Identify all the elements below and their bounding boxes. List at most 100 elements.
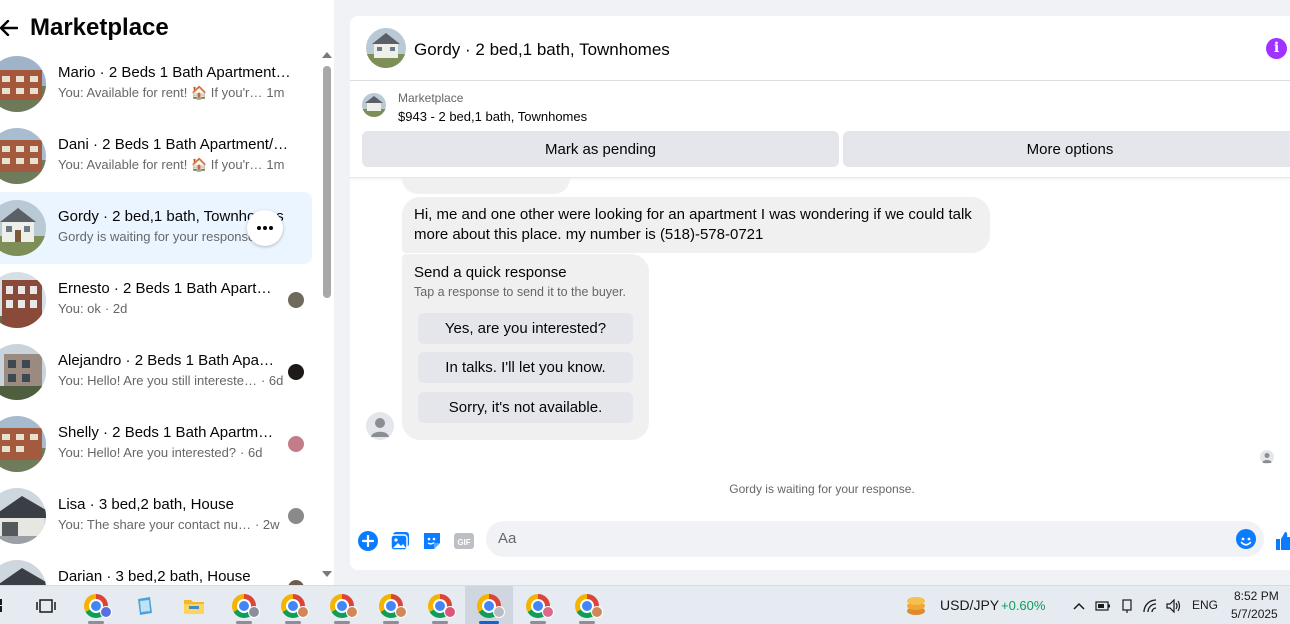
chrome-icon[interactable] (318, 586, 366, 624)
chrome-icon[interactable] (72, 586, 120, 624)
language-indicator[interactable]: ENG (1192, 598, 1218, 612)
conversation-sidebar: Marketplace Mario · 2 Beds 1 Bath Apartm… (0, 0, 334, 585)
thumbs-up-icon[interactable] (1274, 530, 1290, 552)
conversation-snippet: You: Hello! Are you interested? (58, 445, 237, 460)
conversation-name: Darian · 3 bed,2 bath, House (58, 568, 251, 585)
conversation-item[interactable]: Darian · 3 bed,2 bath, House (0, 552, 312, 585)
more-options-button[interactable]: More options (843, 131, 1290, 167)
listing-thumbnail (0, 272, 46, 328)
quick-response-not-available-button[interactable]: Sorry, it's not available. (418, 392, 633, 423)
seen-avatar (288, 292, 304, 308)
mark-as-pending-button[interactable]: Mark as pending (362, 131, 839, 167)
chrome-icon[interactable] (220, 586, 268, 624)
conversation-snippet: You: ok (58, 301, 101, 316)
conversation-item-active[interactable]: Gordy · 2 bed,1 bath, Townhomes Gordy is… (0, 192, 312, 264)
conversation-item[interactable]: Alejandro · 2 Beds 1 Bath Apa… You: Hell… (0, 336, 312, 408)
conversation-snippet: You: Available for rent! 🏠 If you'r… (58, 157, 263, 172)
quick-response-title: Send a quick response (414, 264, 567, 281)
chat-avatar[interactable] (366, 28, 406, 68)
chrome-icon[interactable] (416, 586, 464, 624)
chrome-icon[interactable] (514, 586, 562, 624)
conversation-list: Mario · 2 Beds 1 Bath Apartment/… You: A… (0, 48, 312, 585)
previous-message-bubble (402, 178, 570, 194)
file-explorer-icon[interactable] (170, 586, 218, 624)
scroll-down-arrow-icon[interactable] (322, 571, 332, 577)
back-arrow-icon[interactable] (0, 10, 22, 46)
conversation-name: Mario · 2 Beds 1 Bath Apartment/… (58, 64, 294, 81)
listing-source: Marketplace (398, 91, 464, 105)
listing-detail[interactable]: $943 - 2 bed,1 bath, Townhomes (398, 109, 587, 124)
chevron-up-icon[interactable] (1068, 586, 1090, 624)
conversation-item[interactable]: Ernesto · 2 Beds 1 Bath Apart… You: ok · … (0, 264, 312, 336)
conversation-snippet: You: Available for rent! 🏠 If you'r… (58, 85, 263, 100)
conversation-name: Lisa · 3 bed,2 bath, House (58, 496, 234, 513)
seen-avatar (288, 508, 304, 524)
listing-thumbnail (0, 56, 46, 112)
sidebar-header: Marketplace (0, 10, 169, 46)
chat-header: Gordy · 2 bed,1 bath, Townhomes i (350, 16, 1290, 81)
plus-circle-icon[interactable] (357, 530, 379, 552)
seen-avatar (288, 436, 304, 452)
battery-icon[interactable] (1092, 586, 1114, 624)
ticker-change: +0.60% (1001, 598, 1046, 613)
clock-time[interactable]: 8:52 PM (1234, 589, 1279, 603)
listing-thumbnail (0, 200, 46, 256)
listing-thumbnail (0, 560, 46, 585)
svg-text:GIF: GIF (457, 538, 470, 547)
conversation-snippet: Gordy is waiting for your response. (58, 229, 259, 244)
listing-bar: Marketplace $943 - 2 bed,1 bath, Townhom… (350, 82, 1290, 178)
message-input-placeholder: Aa (498, 530, 517, 547)
emoji-icon[interactable] (1236, 529, 1256, 549)
scroll-up-arrow-icon[interactable] (322, 52, 332, 58)
conversation-item[interactable]: Shelly · 2 Beds 1 Bath Apartm… You: Hell… (0, 408, 312, 480)
chrome-icon-active[interactable] (465, 586, 513, 624)
ticker-label[interactable]: USD/JPY (940, 597, 999, 613)
conversation-snippet: You: Hello! Are you still intereste… (58, 373, 257, 388)
conversation-item[interactable]: Mario · 2 Beds 1 Bath Apartment/… You: A… (0, 48, 312, 120)
chrome-icon[interactable] (563, 586, 611, 624)
conversation-name: Ernesto · 2 Beds 1 Bath Apart… (58, 280, 272, 297)
clock-date[interactable]: 5/7/2025 (1231, 607, 1278, 621)
conversation-time: 1m (266, 85, 285, 100)
listing-thumbnail (0, 344, 46, 400)
conversation-name: Dani · 2 Beds 1 Bath Apartment/… (58, 136, 289, 153)
seen-indicator-avatar (1260, 450, 1274, 464)
windows-taskbar: USD/JPY +0.60% ENG 8:52 PM 5/7/2025 (0, 585, 1290, 624)
seen-avatar (288, 364, 304, 380)
gif-icon[interactable]: GIF (453, 530, 475, 552)
listing-thumbnail (0, 488, 46, 544)
quick-response-in-talks-button[interactable]: In talks. I'll let you know. (418, 352, 633, 383)
message-area: Hi, me and one other were looking for an… (350, 178, 1290, 518)
sidebar-title: Marketplace (30, 14, 169, 41)
message-input[interactable]: Aa (486, 521, 1264, 557)
listing-thumbnail (0, 128, 46, 184)
wifi-icon[interactable] (1140, 586, 1162, 624)
sidebar-scrollbar[interactable] (320, 50, 334, 580)
conversation-name: Shelly · 2 Beds 1 Bath Apartm… (58, 424, 274, 441)
chrome-icon[interactable] (367, 586, 415, 624)
usb-icon[interactable] (1116, 586, 1138, 624)
conversation-item[interactable]: Dani · 2 Beds 1 Bath Apartment/… You: Av… (0, 120, 312, 192)
more-dots-icon[interactable] (247, 210, 283, 246)
conversation-time: · 6d (260, 373, 284, 388)
sender-avatar[interactable] (366, 412, 394, 440)
windows-start-icon[interactable] (0, 586, 12, 624)
volume-icon[interactable] (1163, 586, 1185, 624)
message-composer: GIF Aa (350, 518, 1290, 566)
conversation-item[interactable]: Lisa · 3 bed,2 bath, House You: The shar… (0, 480, 312, 552)
chrome-icon[interactable] (269, 586, 317, 624)
task-view-icon[interactable] (22, 586, 70, 624)
scroll-thumb[interactable] (323, 66, 331, 298)
conversation-time: · 2w (254, 517, 280, 532)
listing-thumbnail[interactable] (362, 93, 386, 117)
listing-thumbnail (0, 416, 46, 472)
quick-response-card: Send a quick response Tap a response to … (402, 254, 649, 440)
quick-response-yes-button[interactable]: Yes, are you interested? (418, 313, 633, 344)
stock-ticker-icon[interactable] (896, 586, 936, 624)
conversation-name: Alejandro · 2 Beds 1 Bath Apa… (58, 352, 274, 369)
sticker-icon[interactable] (421, 530, 443, 552)
conversation-time: · 2d (104, 301, 128, 316)
photo-icon[interactable] (389, 530, 411, 552)
notes-app-icon[interactable] (121, 586, 169, 624)
info-icon[interactable]: i (1266, 38, 1287, 59)
